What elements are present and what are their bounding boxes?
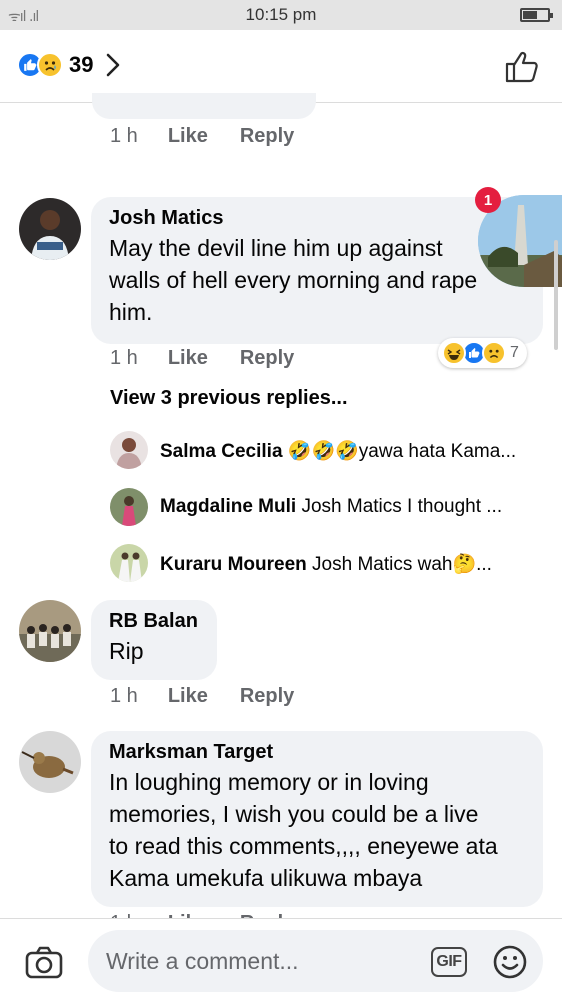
comment-reactions[interactable]: 7 [438,338,527,368]
comment-actions: 1 h Like Reply [110,685,326,708]
reply-author[interactable]: Salma Cecilia [160,441,283,462]
comments-sheet: 39 1 h Like Reply Josh Matics May the de… [0,30,562,1000]
like-link[interactable]: Like [168,347,208,370]
comment-actions: 1 h Like Reply [110,125,326,148]
reply-link[interactable]: Reply [240,347,294,370]
comment-input[interactable]: Write a comment... GIF [88,930,543,992]
avatar[interactable] [110,488,148,526]
reply-author[interactable]: Kuraru Moureen [160,554,307,575]
camera-icon[interactable] [24,945,64,979]
like-link[interactable]: Like [168,125,208,148]
comment-line: Rip [109,638,144,664]
comment-time: 1 h [110,347,138,369]
reaction-count: 39 [69,52,94,77]
reply-text: Josh Matics wah🤔... [312,554,492,575]
scrollbar[interactable] [554,240,558,350]
avatar[interactable] [110,544,148,582]
chevron-right-icon [107,53,120,77]
comment-line: May the devil line him up against [109,235,443,261]
comment-text: May the devil line him up against walls … [109,232,525,328]
comment-line: him. [109,299,153,325]
commenter-name[interactable]: Marksman Target [109,741,525,764]
reply-link[interactable]: Reply [240,125,294,148]
comment-bubble[interactable]: Marksman Target In loughing memory or in… [91,731,543,907]
haha-reaction-icon [442,341,466,365]
avatar[interactable] [19,198,81,260]
like-link[interactable]: Like [168,685,208,708]
comment-time: 1 h [110,125,138,147]
reply-preview[interactable]: Kuraru Moureen Josh Matics wah🤔... [160,552,492,576]
status-bar: ᯤıl .ıl 10:15 pm [0,0,562,30]
reactions-summary[interactable]: 39 [17,52,121,78]
gif-button[interactable]: GIF [431,947,467,977]
comment-composer: Write a comment... GIF [0,918,562,1000]
reply-text: Josh Matics I thought ... [301,496,503,517]
comment-bubble[interactable]: Josh Matics May the devil line him up ag… [91,197,543,344]
comment-text: Rip [109,635,199,667]
sad-reaction-icon [37,52,63,78]
notification-badge: 1 [475,187,501,213]
comment-actions: 1 h Like Reply [110,347,326,370]
comment-placeholder: Write a comment... [106,948,299,974]
reply-text: 🤣🤣🤣yawa hata Kama... [287,441,517,462]
emoji-icon[interactable] [492,944,528,980]
comment-line: walls of hell every morning and rape [109,267,478,293]
comment-line: memories, I wish you could be a live [109,801,479,827]
comment-line: to read this comments,,,, eneyewe ata [109,833,498,859]
reply-author[interactable]: Magdaline Muli [160,496,296,517]
comment-line: Kama umekufa ulikuwa mbaya [109,865,423,891]
reply-preview[interactable]: Magdaline Muli Josh Matics I thought ... [160,496,502,518]
status-time: 10:15 pm [245,5,317,24]
avatar[interactable] [19,731,81,793]
comment-bubble[interactable]: RB Balan Rip [91,600,217,680]
view-previous-replies-link[interactable]: View 3 previous replies... [110,387,348,410]
sad-reaction-icon [482,341,506,365]
comment-line: In loughing memory or in loving [109,769,429,795]
comment-text: In loughing memory or in loving memories… [109,766,525,894]
reply-preview[interactable]: Salma Cecilia 🤣🤣🤣yawa hata Kama... [160,439,516,463]
commenter-name[interactable]: RB Balan [109,610,199,633]
battery-icon [520,8,553,22]
avatar[interactable] [110,431,148,469]
comment-time: 1 h [110,685,138,707]
commenter-name[interactable]: Josh Matics [109,207,525,230]
like-button-icon[interactable] [504,50,540,84]
reply-link[interactable]: Reply [240,685,294,708]
avatar[interactable] [19,600,81,662]
reaction-count: 7 [510,344,519,361]
previous-comment-bubble [92,93,316,119]
